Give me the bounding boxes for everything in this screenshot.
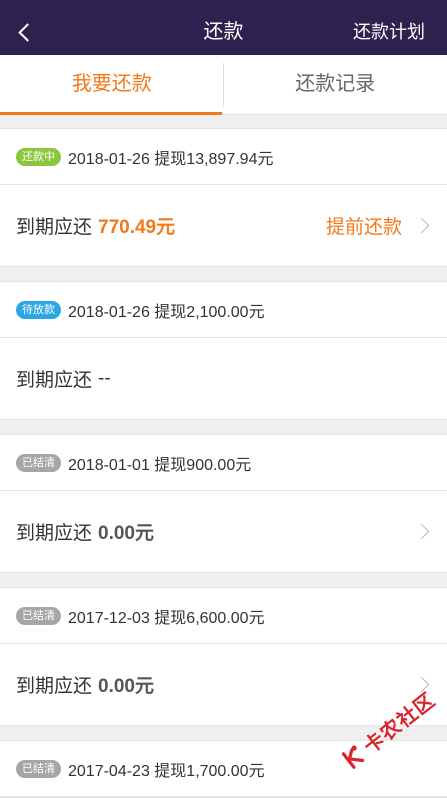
status-badge: 已结清 [16, 607, 61, 625]
repayment-plan-button[interactable]: 还款计划 [353, 14, 425, 50]
chevron-right-icon [414, 218, 430, 234]
due-label: 到期应还 [16, 671, 92, 698]
due-amount: 0.00元 [98, 518, 154, 545]
list-item: 已结清 2017-12-03 提现6,600.00元 到期应还 0.00元 [0, 587, 447, 726]
repayment-list: 还款中 2018-01-26 提现13,897.94元 到期应还 770.49元… [0, 115, 447, 798]
status-badge: 待放款 [16, 301, 61, 319]
tab-repay-now[interactable]: 我要还款 [0, 55, 224, 114]
record-due-row[interactable]: 到期应还 770.49元 提前还款 [0, 185, 447, 266]
record-due-row: 到期应还 -- [0, 338, 447, 419]
record-header: 已结清 2017-12-03 提现6,600.00元 [0, 588, 447, 644]
tab-bar: 我要还款 还款记录 [0, 55, 447, 115]
tab-repay-records[interactable]: 还款记录 [224, 55, 447, 114]
record-header: 待放款 2018-01-26 提现2,100.00元 [0, 282, 447, 338]
record-header: 已结清 2018-01-01 提现900.00元 [0, 435, 447, 491]
status-badge: 还款中 [16, 148, 61, 166]
list-item: 已结清 2018-01-01 提现900.00元 到期应还 0.00元 [0, 434, 447, 573]
due-amount: 0.00元 [98, 671, 154, 698]
active-tab-indicator [0, 112, 222, 115]
due-label: 到期应还 [16, 518, 92, 545]
withdrawal-summary: 2017-12-03 提现6,600.00元 [68, 604, 265, 628]
chevron-right-icon [414, 524, 430, 540]
due-amount: 770.49元 [98, 212, 175, 239]
due-label: 到期应还 [16, 365, 92, 392]
withdrawal-summary: 2018-01-26 提现2,100.00元 [68, 298, 265, 322]
record-due-row[interactable]: 到期应还 0.00元 [0, 491, 447, 572]
record-header: 还款中 2018-01-26 提现13,897.94元 [0, 129, 447, 185]
withdrawal-summary: 2018-01-01 提现900.00元 [68, 451, 251, 475]
withdrawal-summary: 2017-04-23 提现1,700.00元 [68, 757, 265, 781]
list-item: 待放款 2018-01-26 提现2,100.00元 到期应还 -- [0, 281, 447, 420]
due-amount: -- [98, 368, 111, 390]
nav-bar: 还款 还款计划 [0, 0, 447, 55]
status-badge: 已结清 [16, 454, 61, 472]
due-label: 到期应还 [16, 212, 92, 239]
withdrawal-summary: 2018-01-26 提现13,897.94元 [68, 145, 273, 169]
early-repay-button[interactable]: 提前还款 [326, 212, 402, 239]
record-due-row[interactable]: 到期应还 0.00元 [0, 644, 447, 725]
status-badge: 已结清 [16, 760, 61, 778]
tab-divider [223, 63, 224, 107]
list-item: 还款中 2018-01-26 提现13,897.94元 到期应还 770.49元… [0, 128, 447, 267]
